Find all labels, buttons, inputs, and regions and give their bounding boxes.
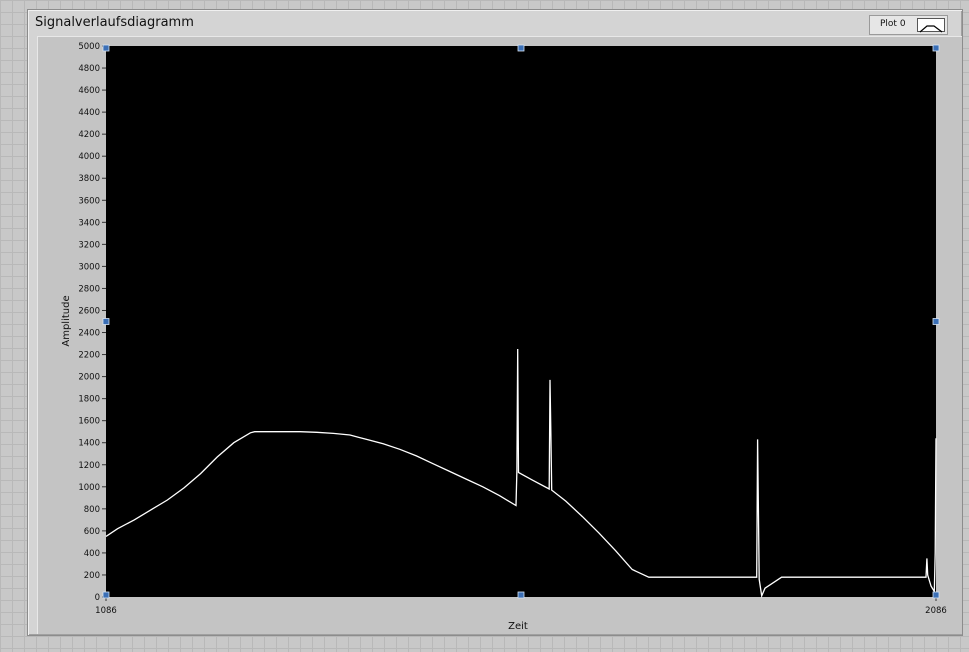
y-tick-label: 400 (84, 549, 100, 559)
y-tick-label: 3400 (78, 218, 100, 228)
y-tick-label: 1800 (78, 395, 100, 405)
y-tick-label: 2800 (78, 284, 100, 294)
y-tick-label: 800 (84, 505, 100, 515)
resize-handle[interactable] (517, 44, 525, 52)
y-tick-label: 5000 (78, 42, 100, 52)
y-tick-label: 1000 (78, 483, 100, 493)
waveform-chart: 0 200 400 600 800 1000 1200 1400 1600 1800 2000 220… (61, 42, 947, 632)
y-tick-label: 4600 (78, 86, 100, 96)
y-tick-label: 4200 (78, 130, 100, 140)
resize-handle[interactable] (932, 318, 940, 325)
resize-handle[interactable] (517, 591, 525, 599)
resize-handle[interactable] (932, 591, 940, 599)
y-tick-label: 4800 (78, 64, 100, 74)
x-tick-label: 1086 (95, 606, 117, 616)
plot-area[interactable] (106, 46, 936, 597)
resize-handle[interactable] (102, 591, 110, 599)
y-tick-label: 2600 (78, 306, 100, 316)
resize-handle[interactable] (932, 44, 940, 52)
x-axis: 1086 2086 (95, 597, 947, 616)
y-tick-label: 3600 (78, 196, 100, 206)
y-tick-label: 3200 (78, 240, 100, 250)
y-tick-label: 1600 (78, 417, 100, 427)
y-tick-label: 600 (84, 527, 100, 537)
y-axis: 0 200 400 600 800 1000 1200 1400 1600 1800 2000 220… (78, 42, 106, 603)
y-tick-label: 4000 (78, 152, 100, 162)
y-tick-label: 0 (95, 593, 100, 603)
y-tick-label: 200 (84, 571, 100, 581)
y-tick-label: 1200 (78, 461, 100, 471)
y-tick-label: 3800 (78, 174, 100, 184)
y-tick-label: 4400 (78, 108, 100, 118)
y-tick-label: 2400 (78, 329, 100, 339)
x-axis-title: Zeit (508, 621, 528, 632)
resize-handle[interactable] (102, 318, 110, 325)
y-tick-label: 1400 (78, 439, 100, 449)
y-tick-label: 2000 (78, 373, 100, 383)
resize-handle[interactable] (102, 44, 110, 52)
x-tick-label: 2086 (925, 606, 947, 616)
y-axis-title: Amplitude (61, 295, 72, 346)
y-tick-label: 3000 (78, 262, 100, 272)
y-tick-label: 2200 (78, 351, 100, 361)
